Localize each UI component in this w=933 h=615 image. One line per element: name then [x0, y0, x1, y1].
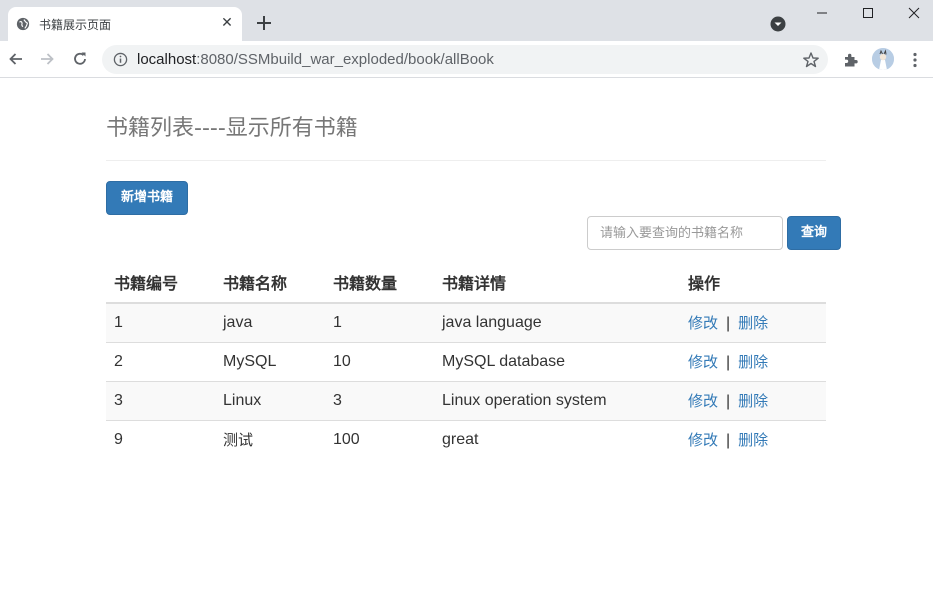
column-header-detail: 书籍详情	[434, 262, 680, 304]
browser-toolbar: localhost:8080/SSMbuild_war_exploded/boo…	[0, 41, 933, 78]
cell-book-count: 3	[325, 380, 434, 420]
minimize-icon[interactable]	[811, 2, 833, 24]
tab-search-icon[interactable]	[770, 16, 786, 32]
delete-link[interactable]: 删除	[738, 353, 768, 371]
avatar-image-icon	[872, 48, 894, 70]
cell-book-id: 9	[106, 419, 215, 459]
edit-link[interactable]: 修改	[688, 392, 718, 410]
action-separator: |	[726, 354, 731, 371]
table-row: 2 MySQL 10 MySQL database 修改 | 删除	[106, 341, 826, 381]
action-separator: |	[726, 315, 731, 333]
cell-book-id: 2	[106, 341, 215, 381]
window-close-icon[interactable]	[903, 2, 925, 24]
cell-book-detail: java language	[434, 302, 680, 342]
cell-book-count: 1	[325, 302, 434, 342]
tab-title: 书籍展示页面	[39, 18, 112, 32]
cell-book-count: 100	[325, 419, 434, 459]
table-row: 1 java 1 java language 修改 | 删除	[106, 302, 826, 342]
query-button[interactable]: 查询	[787, 216, 841, 250]
cell-actions: 修改 | 删除	[680, 419, 826, 459]
cell-book-detail: MySQL database	[434, 341, 680, 381]
cell-book-detail: Linux operation system	[434, 380, 680, 420]
address-bar[interactable]: localhost:8080/SSMbuild_war_exploded/boo…	[102, 45, 828, 74]
cell-book-count: 10	[325, 341, 434, 381]
cell-book-id: 1	[106, 302, 215, 342]
cell-book-name: java	[215, 302, 325, 342]
browser-menu-icon[interactable]	[908, 51, 922, 69]
url-host: localhost	[137, 51, 197, 68]
page-header: 书籍列表----显示所有书籍	[106, 114, 826, 161]
cell-book-detail: great	[434, 419, 680, 459]
column-header-count: 书籍数量	[325, 262, 434, 304]
back-arrow-icon[interactable]	[7, 50, 25, 68]
cell-book-name: MySQL	[215, 341, 325, 381]
edit-link[interactable]: 修改	[688, 431, 718, 449]
browser-tab-strip: 书籍展示页面 ✕	[0, 0, 933, 41]
action-separator: |	[726, 432, 731, 450]
browser-tab[interactable]: 书籍展示页面 ✕	[8, 7, 242, 41]
extensions-puzzle-icon[interactable]	[842, 51, 860, 69]
cell-book-id: 3	[106, 380, 215, 420]
delete-link[interactable]: 删除	[738, 314, 768, 332]
action-separator: |	[726, 393, 731, 410]
globe-icon	[16, 17, 30, 31]
new-tab-plus-icon[interactable]	[253, 12, 275, 34]
add-book-button[interactable]: 新增书籍	[106, 181, 188, 215]
table-row: 9 测试 100 great 修改 | 删除	[106, 419, 826, 459]
edit-link[interactable]: 修改	[688, 353, 718, 371]
delete-link[interactable]: 删除	[738, 392, 768, 410]
cell-book-name: 测试	[215, 419, 325, 459]
delete-link[interactable]: 删除	[738, 431, 768, 449]
table-header-row: 书籍编号 书籍名称 书籍数量 书籍详情 操作	[106, 262, 826, 304]
column-header-actions: 操作	[680, 262, 826, 304]
cell-actions: 修改 | 删除	[680, 341, 826, 381]
url-text[interactable]: localhost:8080/SSMbuild_war_exploded/boo…	[137, 51, 494, 68]
info-icon[interactable]	[113, 52, 128, 67]
book-search-input[interactable]	[587, 216, 783, 250]
maximize-icon[interactable]	[857, 2, 879, 24]
profile-avatar[interactable]	[872, 48, 894, 70]
edit-link[interactable]: 修改	[688, 314, 718, 332]
url-path: :8080/SSMbuild_war_exploded/book/allBook	[196, 51, 494, 68]
forward-arrow-icon[interactable]	[38, 50, 56, 68]
bookmark-star-icon[interactable]	[802, 51, 820, 69]
cell-book-name: Linux	[215, 380, 325, 420]
cell-actions: 修改 | 删除	[680, 302, 826, 342]
column-header-name: 书籍名称	[215, 262, 325, 304]
tab-close-icon[interactable]: ✕	[219, 15, 235, 31]
page-title: 书籍列表----显示所有书籍	[106, 116, 358, 141]
column-header-id: 书籍编号	[106, 262, 215, 304]
reload-icon[interactable]	[71, 50, 89, 68]
table-row: 3 Linux 3 Linux operation system 修改 | 删除	[106, 380, 826, 420]
book-table: 书籍编号 书籍名称 书籍数量 书籍详情 操作 1 java 1 java lan…	[106, 262, 826, 459]
cell-actions: 修改 | 删除	[680, 380, 826, 420]
